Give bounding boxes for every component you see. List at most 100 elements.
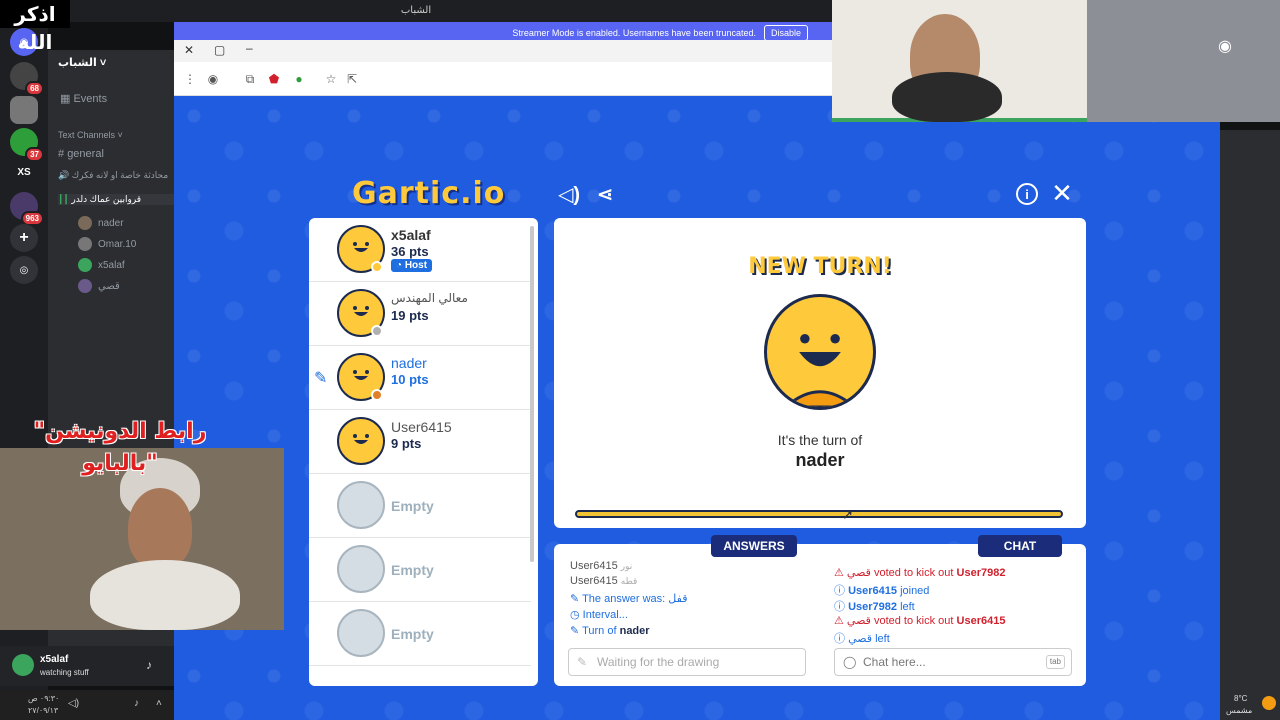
mouse-cursor-icon: ➚ — [842, 506, 854, 522]
avatar — [78, 237, 92, 251]
share-icon[interactable]: ⋖ — [594, 182, 616, 206]
player-points: 9 pts — [391, 436, 422, 451]
shield-icon[interactable]: ⬟ — [266, 71, 282, 87]
window-title: الشباب — [400, 5, 432, 16]
chat-panel: ⚠ قصي voted to kick out User7982 ⓘ User6… — [818, 544, 1086, 686]
chat-line: ⓘ User7982 left — [834, 601, 915, 613]
empty-slot: Empty — [309, 602, 531, 666]
host-badge: ◔ Host — [391, 259, 433, 272]
server-name[interactable]: الشباب ˅ — [58, 56, 174, 69]
add-server-icon[interactable]: + — [10, 224, 38, 252]
bookmark-star-icon[interactable]: ☆ — [323, 71, 339, 87]
server-icon[interactable]: 68 — [10, 62, 44, 96]
server-icon[interactable] — [10, 96, 38, 124]
overlay-donation-text: "رابط الدونيشن بالبايو" — [33, 419, 207, 476]
weather-widget[interactable]: 8°C مشمس — [1222, 690, 1280, 720]
empty-slot: Empty — [309, 538, 531, 602]
chat-line: ⚠ قصي voted to kick out User7982 — [834, 567, 1006, 579]
chat-bubble-icon: ◯ — [843, 655, 857, 669]
close-icon[interactable]: ✕ — [1050, 178, 1074, 208]
gartic-logo: Gartic.io — [352, 176, 506, 211]
voice-channel-active[interactable]: ┃┃ قروابين عماك دلدر — [58, 194, 174, 205]
pencil-icon: ✎ — [577, 655, 588, 669]
events-item[interactable]: ▦ Events — [60, 92, 176, 105]
player-row[interactable]: معالي المهندس 19 pts — [309, 282, 531, 346]
overlay-dhikr-text: اذكر الله — [0, 0, 70, 54]
person-body — [90, 560, 240, 630]
discord-stream-tile: ◉ — [1087, 0, 1280, 122]
player-points: 19 pts — [391, 308, 429, 323]
voice-member[interactable]: قصي — [78, 279, 120, 293]
streamer-mode-text: Streamer Mode is enabled. Usernames have… — [512, 28, 756, 38]
person-body — [892, 72, 1002, 122]
player-name: User6415 — [391, 419, 452, 435]
server-xs[interactable]: XS — [10, 158, 38, 186]
player-name: nader — [391, 355, 427, 371]
status-dot — [371, 261, 383, 273]
profile-icon[interactable]: ◉ — [205, 71, 221, 87]
player-points: 10 pts — [391, 372, 429, 387]
microphone-icon[interactable]: ♪ — [134, 698, 139, 709]
microphone-icon[interactable]: ♪ — [146, 658, 152, 672]
player-points: 36 pts — [391, 244, 429, 259]
sound-icon[interactable]: ◁) — [557, 182, 581, 206]
new-turn-title: NEW TURN! — [748, 254, 892, 279]
empty-slot: Empty — [309, 474, 531, 538]
clock-time: ٠٩:٣٠ ص — [28, 694, 60, 703]
minimize-icon[interactable]: – — [246, 41, 253, 55]
answers-panel: User6415 نور User6415 قطه ✎ The answer w… — [554, 544, 818, 686]
chat-tab[interactable]: CHAT — [978, 535, 1062, 557]
extensions-icon[interactable]: ⧉ — [242, 71, 258, 87]
empty-label: Empty — [391, 626, 434, 642]
answer-line: User6415 نور — [570, 560, 633, 572]
player-row[interactable]: x5alaf 36 pts ◔ Host — [309, 218, 531, 282]
chevron-up-icon[interactable]: ˄ — [156, 698, 162, 709]
voice-member[interactable]: nader — [78, 216, 124, 230]
avatar[interactable] — [12, 654, 34, 676]
chat-input[interactable]: ◯ Chat here... tab — [834, 648, 1072, 676]
volume-icon[interactable]: ◁) — [68, 698, 79, 709]
webcam-feed — [832, 0, 1087, 122]
channel-general[interactable]: # general — [58, 148, 174, 160]
explore-icon[interactable]: ◎ — [10, 256, 38, 284]
tab-key-hint: tab — [1045, 655, 1065, 669]
empty-avatar-icon — [337, 545, 385, 593]
answer-input[interactable]: ✎ Waiting for the drawing — [568, 648, 806, 676]
player-avatar — [337, 417, 385, 465]
chat-line: ⓘ قصي left — [834, 633, 890, 645]
taskbar: ٠٩:٣٠ ص ٢٧/٠٩/١٣ ◁) ♪ ˄ — [0, 690, 174, 720]
empty-label: Empty — [391, 498, 434, 514]
menu-icon[interactable]: ⋮ — [182, 71, 198, 87]
person-silhouette — [128, 488, 192, 568]
answer-line: User6415 قطه — [570, 575, 638, 587]
answer-line: ✎ Turn of nader — [570, 625, 650, 637]
avatar — [78, 216, 92, 230]
user-name: x5alaf — [40, 654, 69, 665]
players-scrollbar[interactable] — [530, 226, 534, 562]
server-icon[interactable]: 963 — [10, 192, 44, 226]
status-dot — [371, 325, 383, 337]
player-row-drawing[interactable]: ✎ nader 10 pts — [309, 346, 531, 410]
answers-tab[interactable]: ANSWERS — [711, 535, 797, 557]
empty-avatar-icon — [337, 481, 385, 529]
user-status: watching stuff — [40, 668, 89, 677]
disable-button[interactable]: Disable — [763, 25, 808, 41]
maximize-icon[interactable]: ▢ — [214, 43, 225, 57]
close-icon[interactable]: ✕ — [184, 43, 194, 57]
answer-line: ✎ The answer was: قفل — [570, 593, 688, 605]
discord-icon: ◉ — [1218, 38, 1232, 55]
voice-channel[interactable]: 🔊 محادثة خاصة او لانه فكرك — [58, 170, 174, 181]
info-icon[interactable]: i — [1016, 183, 1038, 205]
player-row[interactable]: User6415 9 pts — [309, 410, 531, 474]
player-name: معالي المهندس — [391, 291, 468, 305]
share-icon[interactable]: ⇱ — [344, 71, 360, 87]
extension-icon[interactable]: ● — [291, 71, 307, 87]
text-channels-header[interactable]: Text Channels ˅ — [58, 130, 174, 140]
empty-label: Empty — [391, 562, 434, 578]
voice-member[interactable]: x5alaf — [78, 258, 125, 272]
voice-member[interactable]: Omar.10 — [78, 237, 136, 251]
pencil-icon: ✎ — [314, 370, 328, 387]
right-panel — [1220, 130, 1280, 720]
server-icon[interactable]: 37 — [10, 128, 44, 162]
turn-of-label: It's the turn of — [777, 432, 863, 448]
